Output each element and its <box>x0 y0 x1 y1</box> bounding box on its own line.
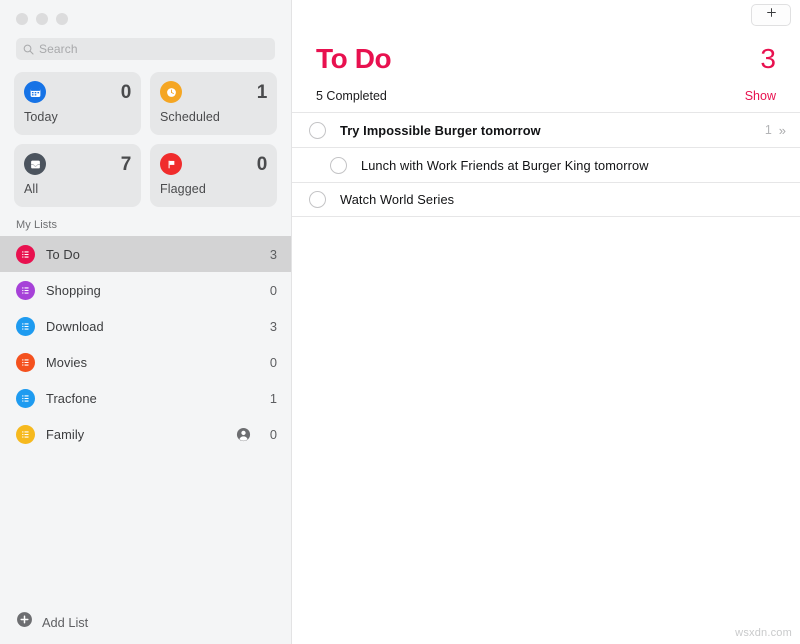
sidebar-item-count: 0 <box>269 282 277 298</box>
sidebar-item-label: Tracfone <box>46 390 97 406</box>
task-title: Lunch with Work Friends at Burger King t… <box>361 157 649 173</box>
task-title: Try Impossible Burger tomorrow <box>340 122 541 138</box>
my-lists: To Do 3 Shopping 0 Download 3 Movies 0 T… <box>0 236 291 452</box>
add-list-label: Add List <box>42 614 89 630</box>
close-button[interactable] <box>16 13 28 25</box>
flag-icon <box>160 153 182 175</box>
list-icon <box>16 244 35 264</box>
sidebar-item-label: Family <box>46 426 85 442</box>
task-title: Watch World Series <box>340 192 455 207</box>
smart-card-scheduled-count: 1 <box>256 81 268 103</box>
circle-unchecked-icon[interactable] <box>309 121 326 139</box>
sidebar-item-to-do[interactable]: To Do 3 <box>0 236 291 272</box>
smart-card-flagged-count: 0 <box>256 153 268 175</box>
smart-card-flagged-top: 0 <box>160 153 267 175</box>
subtask-count: 1 <box>764 123 772 137</box>
zoom-button[interactable] <box>56 13 68 25</box>
sidebar-item-count: 3 <box>269 318 277 334</box>
task-row[interactable]: Try Impossible Burger tomorrow 1 » <box>292 112 800 147</box>
smart-card-flagged[interactable]: 0 Flagged <box>150 144 277 207</box>
smart-card-all[interactable]: 7 All <box>14 144 141 207</box>
sidebar-item-count: 0 <box>269 426 277 442</box>
smart-card-scheduled-label: Scheduled <box>160 110 220 124</box>
smart-card-flagged-label: Flagged <box>160 182 206 196</box>
smart-card-all-label: All <box>24 182 39 196</box>
my-lists-section-title: My Lists <box>16 219 58 231</box>
sidebar-item-count: 3 <box>269 246 277 262</box>
smart-card-today-top: 0 <box>24 81 131 103</box>
smart-card-all-count: 7 <box>120 153 132 175</box>
list-icon <box>16 388 35 408</box>
completed-row: 5 Completed Show <box>292 75 800 103</box>
list-icon <box>16 316 35 336</box>
page-title: To Do <box>316 43 392 74</box>
smart-card-scheduled-top: 1 <box>160 81 267 103</box>
calendar-icon <box>24 81 46 103</box>
sidebar-item-count: 1 <box>269 390 277 406</box>
list-icon <box>16 424 35 444</box>
task-meta: 1 » <box>765 123 786 138</box>
search-icon <box>23 44 34 55</box>
smart-card-today-label: Today <box>24 110 58 124</box>
sidebar-item-label: Shopping <box>46 282 101 298</box>
reminders-window: Search 0 Today 1 Scheduled 7 All 0 Flagg… <box>0 0 800 644</box>
task-list: Try Impossible Burger tomorrow 1 » Lunch… <box>292 112 800 217</box>
toolbar <box>292 0 800 30</box>
sidebar-item-shopping[interactable]: Shopping 0 <box>0 272 291 308</box>
person-circle-icon[interactable] <box>236 427 251 442</box>
smart-card-today-count: 0 <box>120 81 132 103</box>
show-completed-button[interactable]: Show <box>745 89 776 103</box>
search-container: Search <box>0 25 291 60</box>
search-placeholder: Search <box>39 42 78 56</box>
list-icon <box>16 352 35 372</box>
smart-card-all-top: 7 <box>24 153 131 175</box>
circle-unchecked-icon[interactable] <box>330 156 347 174</box>
list-total-count: 3 <box>760 43 776 74</box>
sidebar-item-label: Movies <box>46 354 88 370</box>
minimize-button[interactable] <box>36 13 48 25</box>
sidebar-item-family[interactable]: Family 0 <box>0 416 291 452</box>
task-row[interactable]: Watch World Series <box>292 182 800 217</box>
sidebar-item-download[interactable]: Download 3 <box>0 308 291 344</box>
sidebar-item-movies[interactable]: Movies 0 <box>0 344 291 380</box>
add-list-button[interactable]: Add List <box>0 600 292 644</box>
search-input[interactable]: Search <box>16 38 275 60</box>
sidebar: Search 0 Today 1 Scheduled 7 All 0 Flagg… <box>0 0 292 644</box>
plus-icon <box>765 6 778 24</box>
inbox-tray-icon <box>24 153 46 175</box>
plus-circle-icon <box>16 611 33 633</box>
sidebar-item-tracfone[interactable]: Tracfone 1 <box>0 380 291 416</box>
clock-icon <box>160 81 182 103</box>
main-content: To Do 3 5 Completed Show Try Impossible … <box>292 0 800 644</box>
smart-card-scheduled[interactable]: 1 Scheduled <box>150 72 277 135</box>
sidebar-item-count: 0 <box>269 354 277 370</box>
list-icon <box>16 280 35 300</box>
task-row[interactable]: Lunch with Work Friends at Burger King t… <box>292 147 800 182</box>
smart-card-today[interactable]: 0 Today <box>14 72 141 135</box>
chevron-right-icon[interactable]: » <box>779 123 786 138</box>
sidebar-item-label: To Do <box>46 246 80 262</box>
sidebar-item-label: Download <box>46 318 104 334</box>
completed-count-label: 5 Completed <box>316 89 387 103</box>
add-reminder-button[interactable] <box>751 4 791 26</box>
list-header: To Do 3 <box>292 30 800 75</box>
watermark: wsxdn.com <box>735 627 792 639</box>
window-traffic-lights <box>0 0 291 25</box>
circle-unchecked-icon[interactable] <box>309 191 326 208</box>
smart-list-cards: 0 Today 1 Scheduled 7 All 0 Flagged <box>0 60 291 207</box>
